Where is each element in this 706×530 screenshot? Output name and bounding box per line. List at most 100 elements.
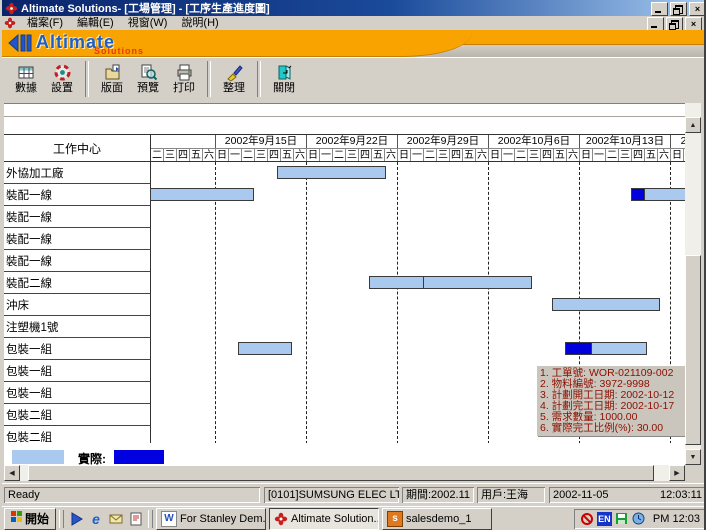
toolbar-button-數據[interactable]: 數據 [8,60,44,98]
tray-clock: PM 12:03 [653,513,700,525]
status-user: 用戶:王海 [477,487,545,503]
day-header: 四 [176,148,189,161]
menu-item-0[interactable]: 檔案(F) [20,16,70,30]
menu-item-3[interactable]: 說明(H) [174,16,225,30]
day-header: 日 [579,148,592,161]
system-tray: EN PM 12:03 [574,509,706,529]
toolbar-button-整理[interactable]: 整理 [216,60,252,98]
week-header [150,135,215,148]
day-header: 日 [306,148,319,161]
day-header: 日 [215,148,228,161]
toolbar-button-版面[interactable]: 版面 [94,60,130,98]
gantt-bar-plan[interactable] [369,276,424,289]
task-button-1[interactable]: Altimate Solution... [269,508,379,530]
horizontal-scrollbar[interactable]: ◀ ▶ [4,465,685,481]
day-header: 一 [410,148,423,161]
gantt-bar-plan[interactable] [644,188,685,201]
scheduler-icon[interactable] [632,512,646,526]
toolbar-label: 數據 [15,82,37,94]
toolbar-button-預覽[interactable]: 預覽 [130,60,166,98]
horizontal-scroll-thumb[interactable] [28,465,654,481]
status-date: 2002-11-05 [553,487,608,503]
gantt-bar-actual[interactable] [565,342,592,355]
cleanup-icon [226,64,243,81]
language-indicator[interactable]: EN [597,512,612,526]
toolbar-label: 整理 [223,82,245,94]
week-header: 2002年9月22日 [306,135,397,148]
altimate-flower-icon [274,512,288,526]
vertical-scrollbar[interactable]: ▲ ▼ [685,103,701,465]
gantt-bar-plan[interactable] [591,342,647,355]
taskbar: 開始 e WFor Stanley Dem... Altimate Solutio… [2,506,706,530]
ie-icon[interactable]: e [87,510,105,528]
scroll-up-icon[interactable]: ▲ [685,117,701,133]
gantt-bar-plan[interactable] [150,188,254,201]
mute-icon[interactable] [580,512,594,526]
day-header: 六 [202,148,215,161]
day-header: 六 [293,148,306,161]
day-header: 二 [150,148,163,161]
week-gridline [488,162,489,444]
minimize-button[interactable] [647,17,664,31]
legend-plan-swatch [12,450,64,464]
scrollbar-corner [685,465,701,481]
title-bar[interactable]: Altimate Solutions- [工場管理] - [工序生產進度圖] × [2,0,706,16]
outlook-icon[interactable] [107,510,125,528]
week-header: 2 [670,135,685,148]
window-controls: × [651,2,706,16]
gantt-bar-actual[interactable] [631,188,645,201]
toolbar-button-打印[interactable]: 打印 [166,60,202,98]
preview-icon [140,64,157,81]
taskbar-divider [59,510,64,528]
task-label: Altimate Solution... [291,513,379,525]
week-gridline [306,162,307,444]
restore-button[interactable] [666,17,683,31]
close-button[interactable]: × [689,2,706,16]
menu-item-2[interactable]: 視窗(W) [121,16,175,30]
status-bar: Ready [0101]SUMSUNG ELEC LT.CO 期間:2002.1… [2,483,706,507]
gantt-bar-plan[interactable] [423,276,532,289]
day-header: 四 [449,148,462,161]
week-gridline [215,162,216,444]
day-header: 三 [527,148,540,161]
task-label: salesdemo_1 [406,513,471,525]
media-play-icon[interactable] [67,510,85,528]
altimate-flower-icon-small [4,17,16,29]
toolbar-button-關閉[interactable]: 關閉 [266,60,302,98]
day-header: 一 [319,148,332,161]
task-button-2[interactable]: ssalesdemo_1 [382,508,492,530]
toolbar: 數據設置版面預覽打印 整理 關閉 [2,57,706,100]
brand-subtitle: Solutions [94,46,144,56]
toolbar-button-設置[interactable]: 設置 [44,60,80,98]
task-button-0[interactable]: WFor Stanley Dem... [156,508,266,530]
menu-item-1[interactable]: 編輯(E) [70,16,121,30]
notes-icon[interactable] [127,510,145,528]
minimize-button[interactable] [651,2,668,16]
task-label: For Stanley Dem... [180,513,266,525]
status-period: 期間:2002.11 [402,487,474,503]
start-button[interactable]: 開始 [4,508,56,530]
toolbar-label: 關閉 [273,82,295,94]
gantt-bar-plan[interactable] [277,166,386,179]
day-header: 二 [332,148,345,161]
gantt-bar-plan[interactable] [552,298,660,311]
status-ready: Ready [4,487,260,503]
close-icon: × [691,20,696,29]
word-icon: W [161,511,177,527]
restore-icon [675,5,683,14]
task-buttons: WFor Stanley Dem...Altimate Solution...s… [156,508,492,530]
toolbar-label: 打印 [173,82,195,94]
disk-status-icon[interactable] [615,512,629,526]
close-button[interactable]: × [685,17,702,31]
day-header: 六 [475,148,488,161]
scroll-down-icon[interactable]: ▼ [685,449,701,465]
gantt-bar-plan[interactable] [238,342,292,355]
day-header: 五 [644,148,657,161]
scroll-left-icon[interactable]: ◀ [4,465,20,481]
day-header: 二 [241,148,254,161]
minimize-icon [651,26,657,28]
restore-button[interactable] [670,2,687,16]
status-datetime: 2002-11-05 12:03:11 [549,487,706,503]
scroll-right-icon[interactable]: ▶ [669,465,685,481]
vertical-scroll-thumb[interactable] [685,255,701,445]
